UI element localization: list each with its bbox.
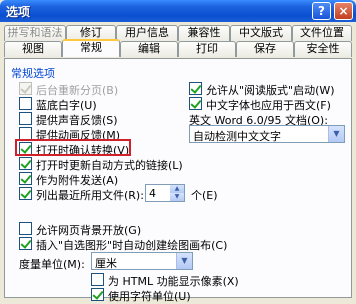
- measure-select[interactable]: 厘米 ▼: [91, 252, 193, 270]
- send-as-attachment-label: 作为附件发送(A): [36, 174, 119, 187]
- drawing-canvas-label: 插入"自选图形"时自动创建绘图画布(C): [36, 239, 228, 252]
- chevron-down-icon[interactable]: ▼: [176, 253, 192, 269]
- recent-files-label: 列出最近所用文件(R):: [36, 189, 144, 202]
- highlight-box: [15, 139, 131, 156]
- web-background-checkbox[interactable]: [19, 222, 32, 235]
- update-links-checkbox[interactable]: [19, 157, 32, 170]
- tab-print[interactable]: 打印: [178, 41, 236, 57]
- blue-background-checkbox[interactable]: [19, 97, 32, 110]
- char-units-checkbox[interactable]: [91, 288, 104, 301]
- western-font-checkbox[interactable]: [189, 97, 202, 110]
- close-button[interactable]: ×: [334, 2, 353, 20]
- section-title: 常规选项: [11, 67, 55, 80]
- tab-edit[interactable]: 编辑: [120, 41, 178, 57]
- window-title: 选项: [6, 5, 31, 19]
- tab-save[interactable]: 保存: [236, 41, 294, 57]
- recent-files-checkbox[interactable]: [19, 187, 32, 200]
- background-repaginate-checkbox[interactable]: [19, 82, 32, 95]
- word6-select[interactable]: 自动检测中文文字 ▼: [189, 125, 345, 143]
- html-pixels-label: 为 HTML 功能显示像素(X): [108, 275, 239, 288]
- web-background-label: 允许网页背景开放(G): [36, 224, 142, 237]
- tab-chinese-layout[interactable]: 中文版式: [230, 25, 292, 41]
- spin-up-icon[interactable]: ▲: [170, 185, 184, 193]
- html-pixels-checkbox[interactable]: [91, 273, 104, 286]
- reading-layout-checkbox[interactable]: [189, 82, 202, 95]
- chevron-down-icon[interactable]: ▼: [328, 126, 344, 142]
- spin-down-icon[interactable]: ▼: [170, 193, 184, 201]
- tab-compatibility[interactable]: 兼容性: [178, 25, 230, 41]
- recent-files-count-spinner[interactable]: 4 ▲ ▼: [145, 184, 185, 202]
- title-bar: 选项 ? ×: [0, 0, 356, 22]
- general-options-panel: 常规选项 后台重新分页(B) 蓝底白字(U) 提供声音反馈(S) 提供动画反馈(…: [4, 58, 352, 303]
- western-font-label: 中文字体也应用于西文(F): [206, 99, 331, 112]
- recent-files-unit: 个(E): [191, 189, 218, 202]
- tab-user-info[interactable]: 用户信息: [116, 25, 178, 41]
- word6-value: 自动检测中文文字: [193, 130, 281, 143]
- recent-files-count: 4: [149, 187, 156, 200]
- blue-background-label: 蓝底白字(U): [36, 99, 97, 112]
- help-button[interactable]: ?: [312, 2, 331, 20]
- tab-spelling-grammar[interactable]: 拼写和语法: [4, 25, 66, 41]
- send-as-attachment-checkbox[interactable]: [19, 172, 32, 185]
- tab-security[interactable]: 安全性: [294, 41, 352, 57]
- char-units-label: 使用字符单位(U): [108, 290, 191, 303]
- drawing-canvas-checkbox[interactable]: [19, 237, 32, 250]
- sound-feedback-checkbox[interactable]: [19, 112, 32, 125]
- tab-file-locations[interactable]: 文件位置: [292, 25, 352, 41]
- background-repaginate-label: 后台重新分页(B): [36, 84, 119, 97]
- sound-feedback-label: 提供声音反馈(S): [36, 114, 118, 127]
- reading-layout-label: 允许从"阅读版式"启动(W): [206, 84, 335, 97]
- measure-value: 厘米: [95, 257, 117, 270]
- tab-view[interactable]: 视图: [4, 41, 62, 57]
- measure-label: 度量单位(M):: [19, 258, 85, 271]
- update-links-label: 打开时更新自动方式的链接(L): [36, 159, 183, 172]
- tab-general[interactable]: 常规: [62, 39, 120, 57]
